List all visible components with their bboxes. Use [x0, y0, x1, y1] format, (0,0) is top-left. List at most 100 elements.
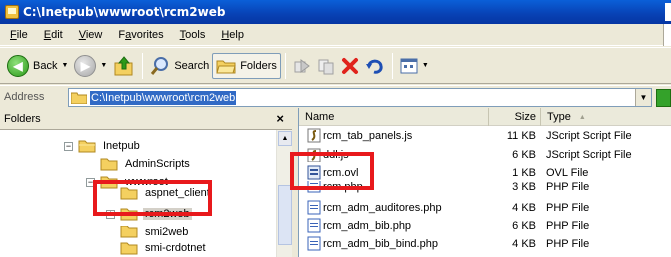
menu-favorites[interactable]: Favorites — [110, 29, 171, 41]
move-to-button[interactable] — [290, 52, 314, 80]
views-button[interactable]: ▼ — [397, 52, 432, 80]
tree-collapse-toggle[interactable]: − — [64, 141, 73, 151]
folders-pane-header: Folders × — [0, 108, 292, 130]
search-label: Search — [174, 59, 210, 72]
menu-bar: File Edit View Favorites Tools Help — [0, 24, 671, 46]
file-type: OVL File — [546, 166, 589, 179]
php-file-icon — [307, 200, 321, 215]
folder-icon — [120, 226, 138, 238]
address-bar: Address C:\Inetpub\wwwroot\rcm2web ▼ — [0, 85, 671, 107]
column-header-size[interactable]: Size — [489, 108, 541, 126]
file-size: 6 KB — [512, 219, 536, 232]
chevron-down-icon[interactable]: ▼ — [61, 62, 68, 69]
delete-icon — [341, 57, 358, 74]
menu-help[interactable]: Help — [213, 29, 252, 41]
file-type: PHP File — [546, 201, 590, 214]
forward-button[interactable]: ▶ ▼ — [71, 52, 110, 80]
script-icon — [307, 128, 321, 143]
column-header-row: Name Size Type ▲ — [299, 108, 671, 126]
tree-item-adminscripts[interactable]: AdminScripts — [100, 154, 192, 174]
menu-file[interactable]: File — [2, 29, 36, 41]
menu-view[interactable]: View — [71, 29, 111, 41]
highlight-box-rcm-ovl — [290, 152, 374, 190]
file-name: rcm_adm_auditores.php — [323, 201, 442, 214]
file-type: PHP File — [546, 181, 590, 193]
file-type: PHP File — [546, 219, 590, 232]
views-icon — [400, 58, 418, 73]
copy-to-button[interactable] — [314, 52, 338, 80]
menu-tools[interactable]: Tools — [172, 29, 214, 41]
tree-item-smi2web[interactable]: smi2web — [120, 226, 190, 238]
window-controls[interactable] — [665, 3, 671, 21]
window-title: C:\Inetpub\wwwroot\rcm2web — [23, 5, 226, 19]
search-button[interactable]: Search — [147, 52, 212, 80]
go-button[interactable] — [656, 89, 671, 107]
scrollbar-thumb[interactable] — [278, 185, 292, 245]
folder-icon — [100, 158, 118, 171]
address-value: C:\Inetpub\wwwroot\rcm2web — [90, 90, 237, 105]
tree-item-label: Inetpub — [103, 140, 140, 152]
file-name: rcm_adm_bib.php — [323, 219, 412, 232]
delete-button[interactable] — [338, 52, 362, 80]
title-bar[interactable]: C:\Inetpub\wwwroot\rcm2web — [0, 0, 671, 24]
column-header-type[interactable]: Type ▲ — [541, 108, 671, 126]
folders-icon — [216, 60, 236, 73]
address-label: Address — [4, 90, 45, 103]
toolbar-separator — [391, 52, 393, 79]
file-type: JScript Script File — [546, 149, 632, 161]
tree-item-smi-crdotnet[interactable]: smi-crdotnet — [120, 238, 208, 257]
file-row[interactable]: rcm_adm_bib.php 6 KB PHP File — [299, 217, 671, 234]
forward-arrow-icon: ▶ — [74, 54, 97, 77]
search-icon — [151, 56, 169, 75]
folders-scrollbar[interactable]: ▲ — [276, 130, 292, 257]
file-size: 4 KB — [512, 237, 536, 250]
php-file-icon — [307, 218, 321, 233]
folders-pane-title: Folders — [4, 112, 41, 125]
file-type: JScript Script File — [546, 129, 632, 142]
file-row[interactable]: rcm_tab_panels.js 11 KB JScript Script F… — [299, 127, 671, 144]
column-header-name[interactable]: Name — [299, 108, 489, 126]
undo-button[interactable] — [362, 52, 388, 80]
toolbar: ◀ Back ▼ ▶ ▼ Search Folders ▼ — [0, 47, 671, 84]
file-size: 6 KB — [512, 149, 536, 161]
php-file-icon — [307, 236, 321, 251]
back-button[interactable]: ◀ Back ▼ — [4, 52, 71, 80]
file-name: rcm_adm_bib_bind.php — [323, 237, 438, 250]
windows-logo — [663, 24, 671, 46]
folder-icon — [78, 140, 96, 153]
tree-item-label: smi-crdotnet — [145, 242, 206, 254]
folder-icon — [71, 92, 87, 104]
file-name: rcm_tab_panels.js — [323, 129, 413, 142]
folders-label: Folders — [240, 59, 277, 72]
copy-to-icon — [318, 59, 334, 74]
file-size: 1 KB — [512, 166, 536, 179]
sort-ascending-icon: ▲ — [578, 113, 586, 121]
up-folder-button[interactable] — [110, 52, 138, 80]
tree-item-inetpub[interactable]: − Inetpub — [64, 136, 142, 156]
file-size: 11 KB — [506, 129, 536, 142]
folder-window-icon — [5, 5, 19, 19]
file-size: 3 KB — [512, 181, 536, 193]
file-row[interactable]: rcm_adm_bib_bind.php 4 KB PHP File — [299, 235, 671, 252]
close-icon[interactable]: × — [276, 111, 284, 126]
address-input[interactable]: C:\Inetpub\wwwroot\rcm2web ▼ — [68, 88, 652, 107]
move-to-icon — [294, 58, 310, 73]
back-arrow-icon: ◀ — [7, 54, 29, 77]
folder-icon — [120, 242, 138, 255]
highlight-box-rcm2web — [93, 180, 212, 216]
scroll-up-icon[interactable]: ▲ — [278, 131, 292, 146]
tree-item-label: AdminScripts — [125, 158, 190, 170]
up-folder-icon — [114, 55, 133, 75]
chevron-down-icon[interactable]: ▼ — [635, 89, 651, 106]
toolbar-separator — [284, 52, 286, 79]
file-row[interactable]: rcm_adm_auditores.php 4 KB PHP File — [299, 199, 671, 216]
file-size: 4 KB — [512, 201, 536, 214]
undo-icon — [365, 59, 383, 74]
chevron-down-icon[interactable]: ▼ — [422, 62, 429, 69]
folders-button[interactable]: Folders — [212, 52, 281, 79]
menu-edit[interactable]: Edit — [36, 29, 71, 41]
toolbar-separator — [142, 52, 144, 79]
tree-item-label: smi2web — [145, 226, 189, 238]
chevron-down-icon[interactable]: ▼ — [100, 62, 107, 69]
file-type: PHP File — [546, 237, 590, 250]
